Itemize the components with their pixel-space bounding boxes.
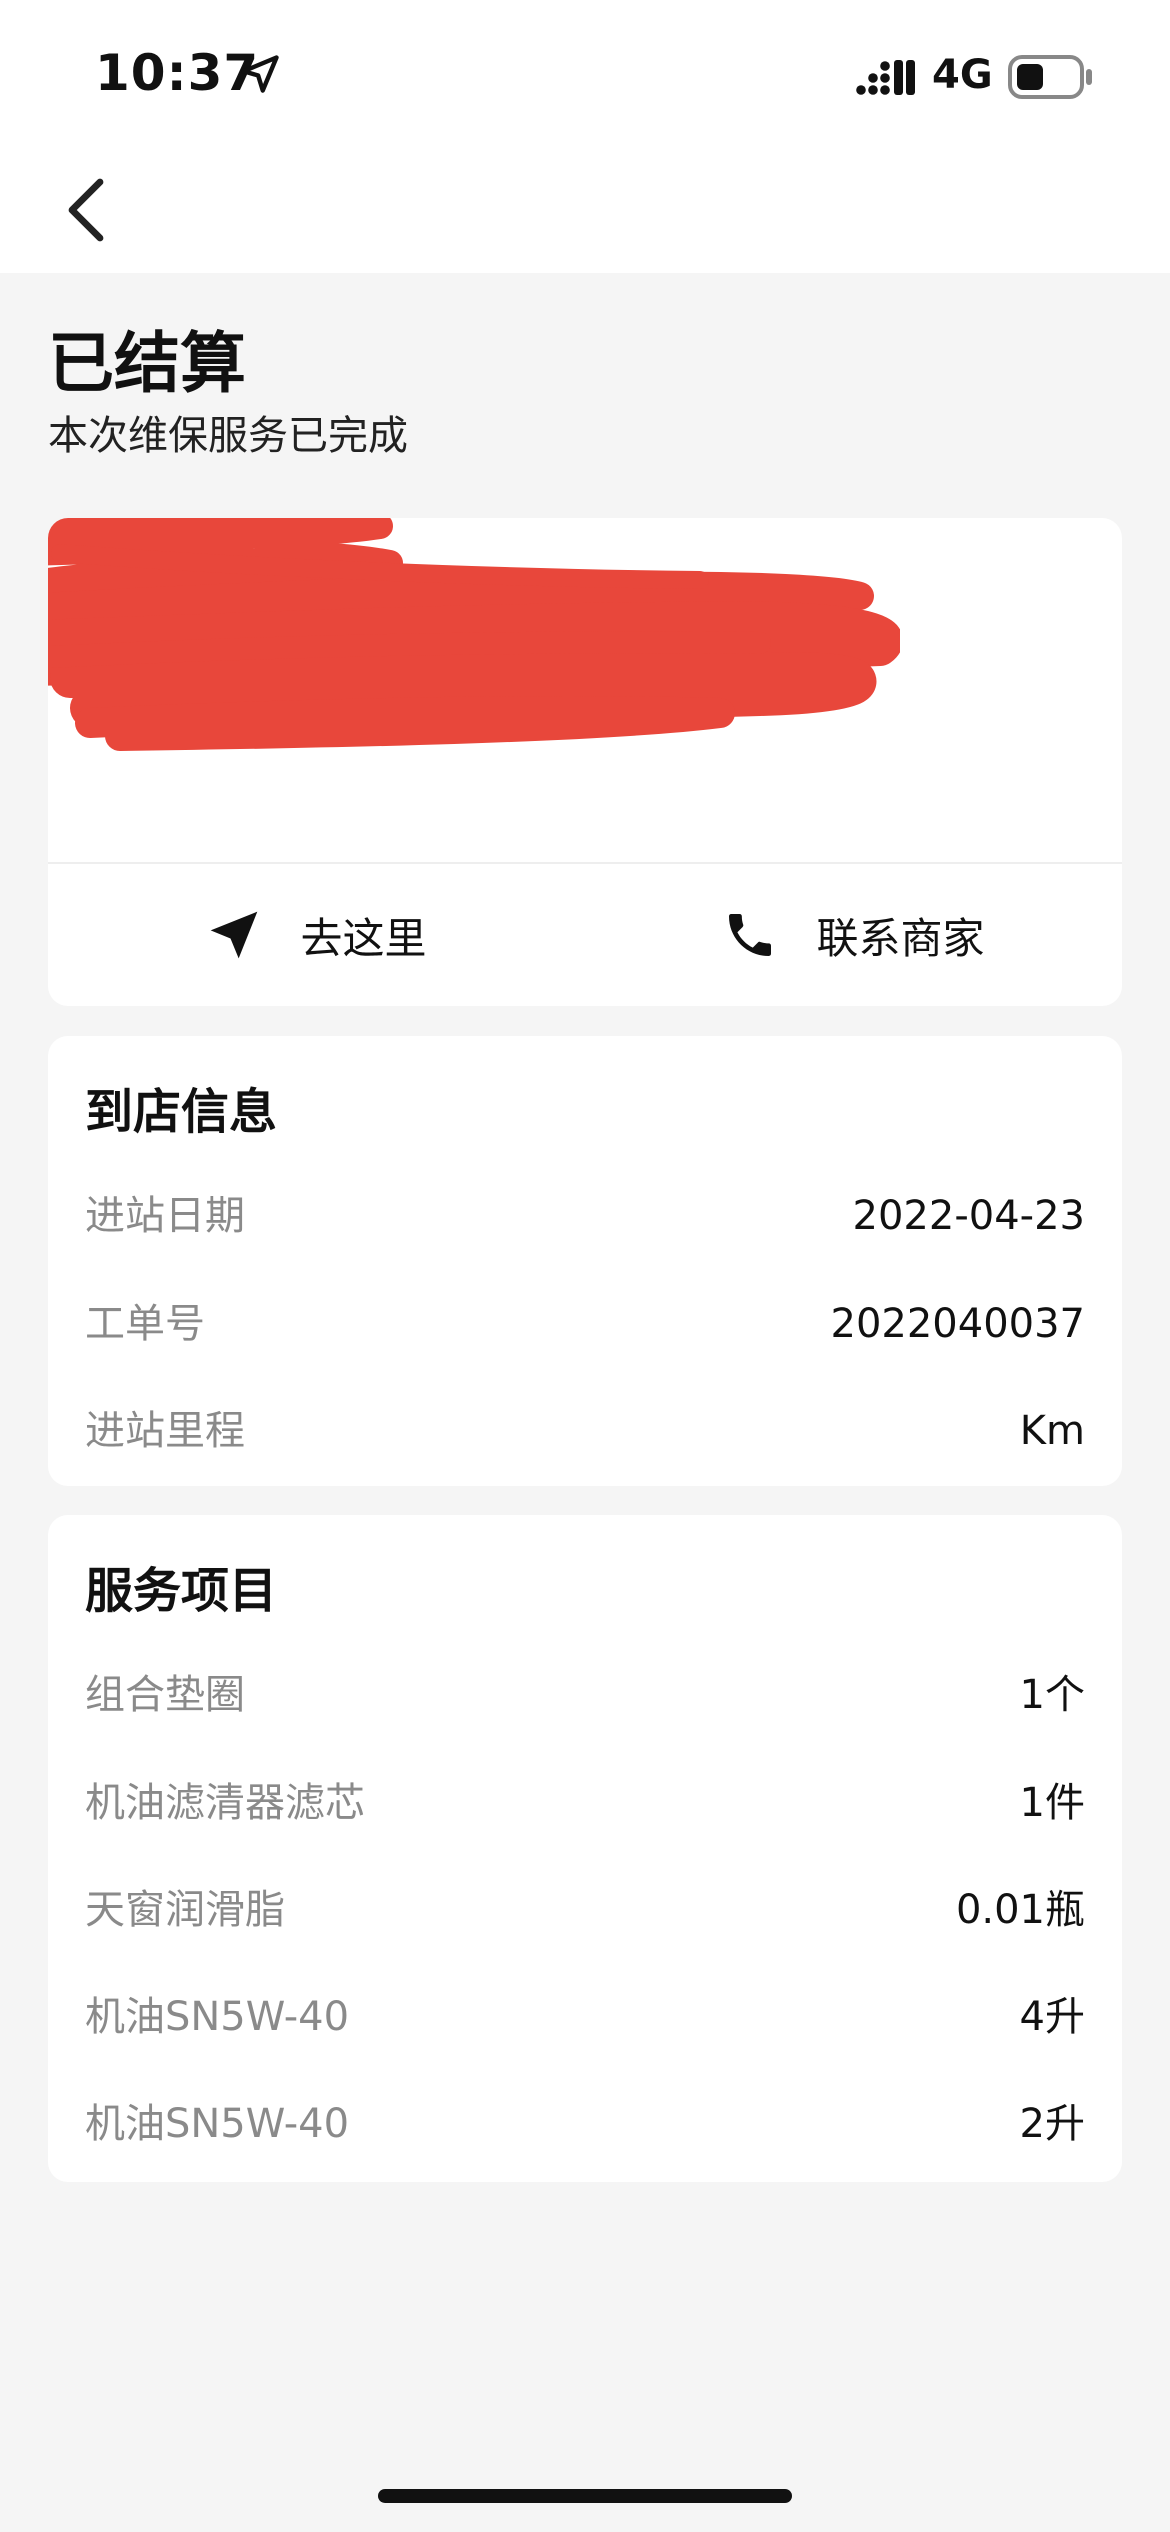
phone-icon	[729, 914, 772, 956]
signal-icon	[856, 60, 915, 95]
network-type: 4G	[932, 52, 993, 98]
navigation-arrow-icon	[211, 911, 258, 959]
row-label: 机油SN5W-40	[85, 1994, 350, 2040]
home-indicator[interactable]	[378, 2489, 792, 2503]
visit-info-card: 到店信息 进站日期 2022-04-23 工单号 2022040037 进站里程…	[48, 1036, 1122, 1486]
row-label: 工单号	[85, 1301, 205, 1347]
service-row: 机油滤清器滤芯 1件	[85, 1773, 1085, 1833]
row-value: 0.01瓶	[955, 1887, 1085, 1933]
battery-icon	[1008, 55, 1092, 99]
back-button[interactable]	[48, 170, 128, 250]
row-value: 2022-04-23	[852, 1193, 1085, 1239]
order-status-subtitle: 本次维保服务已完成	[48, 413, 408, 459]
service-items-card: 服务项目 组合垫圈 1个 机油滤清器滤芯 1件 天窗润滑脂 0.01瓶 机油SN…	[48, 1515, 1122, 2182]
row-value: 1件	[1019, 1780, 1085, 1826]
contact-merchant-label: 联系商家	[816, 913, 985, 963]
row-label: 进站里程	[85, 1408, 245, 1454]
row-label: 组合垫圈	[85, 1672, 245, 1718]
service-row: 天窗润滑脂 0.01瓶	[85, 1880, 1085, 1940]
service-row: 机油SN5W-40 2升	[85, 2094, 1085, 2154]
info-row-entry-date: 进站日期 2022-04-23	[85, 1186, 1085, 1246]
nav-bar	[0, 150, 1170, 273]
merchant-card: 去这里 联系商家	[48, 518, 1122, 1006]
service-items-title: 服务项目	[85, 1563, 278, 1619]
location-arrow-icon	[241, 55, 279, 93]
row-value: 4升	[1019, 1994, 1085, 2040]
status-time: 10:37	[95, 44, 260, 102]
row-value: 1个	[1019, 1672, 1085, 1718]
row-label: 进站日期	[85, 1193, 245, 1239]
service-row: 组合垫圈 1个	[85, 1665, 1085, 1725]
service-row: 机油SN5W-40 4升	[85, 1987, 1085, 2047]
row-value: 2022040037	[830, 1301, 1086, 1347]
status-bar: 10:37 4G	[0, 0, 1170, 150]
contact-merchant-button[interactable]: 联系商家	[585, 864, 1122, 1006]
info-row-work-order: 工单号 2022040037	[85, 1294, 1085, 1354]
row-label: 机油SN5W-40	[85, 2101, 350, 2147]
merchant-info-redacted	[48, 518, 1122, 862]
row-value: 2升	[1019, 2101, 1085, 2147]
order-status-title: 已结算	[48, 325, 246, 402]
navigate-label: 去这里	[300, 913, 427, 963]
info-row-mileage: 进站里程 Km	[85, 1401, 1085, 1461]
row-label: 天窗润滑脂	[85, 1887, 285, 1933]
navigate-button[interactable]: 去这里	[48, 864, 585, 1006]
row-value: Km	[1019, 1408, 1085, 1454]
row-label: 机油滤清器滤芯	[85, 1780, 365, 1826]
redaction-scribble	[48, 518, 900, 751]
visit-info-title: 到店信息	[85, 1084, 278, 1140]
